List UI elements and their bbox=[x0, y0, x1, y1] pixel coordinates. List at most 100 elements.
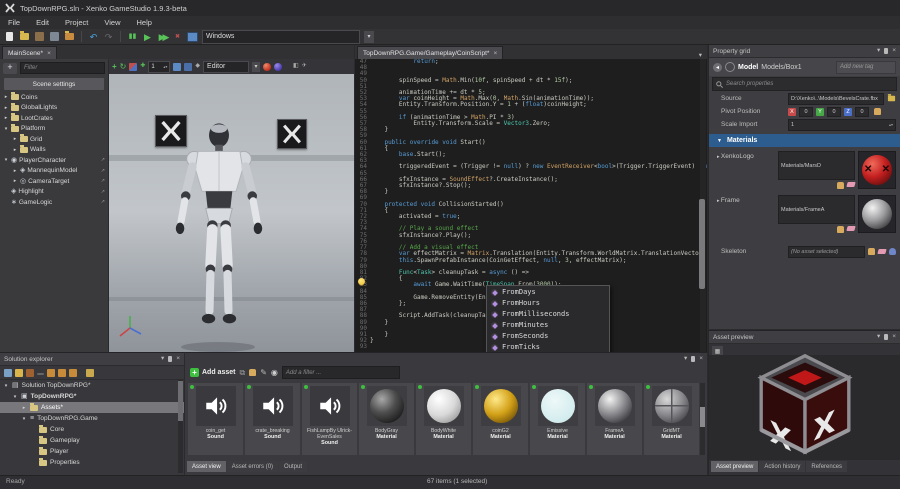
pin-icon[interactable] bbox=[884, 48, 888, 54]
platform-dropdown-arrow-icon[interactable]: ▾ bbox=[364, 31, 374, 43]
window-menu-icon[interactable]: ▾ bbox=[161, 356, 164, 362]
mannequin-character[interactable] bbox=[171, 121, 267, 349]
scene-tree-item[interactable]: ▾ Platform bbox=[0, 124, 108, 135]
save-all-icon[interactable] bbox=[49, 31, 60, 42]
expand-arrow-icon[interactable]: ▸ bbox=[12, 136, 18, 142]
eraser-icon[interactable] bbox=[877, 249, 886, 254]
asset-tile[interactable]: crate_breaking Sound bbox=[245, 383, 300, 455]
asset-tile[interactable]: FrameA Material bbox=[587, 383, 642, 455]
code-line-row[interactable]: 64 triggeredEvent = (Trigger != null) ? … bbox=[355, 164, 707, 170]
tab-coinscript[interactable]: TopDownRPG.Game/Gameplay/CoinScript* × bbox=[357, 46, 503, 59]
skeleton-input[interactable]: (No asset selected) bbox=[788, 246, 865, 258]
solution-tree-item[interactable]: Core bbox=[0, 424, 184, 435]
bottom-tab[interactable]: Asset preview bbox=[711, 461, 758, 472]
code-editor[interactable]: 47 return; 48 49 50 spinSpeed = Math.Min… bbox=[355, 59, 707, 352]
expand-arrow-icon[interactable]: ▾ bbox=[3, 383, 9, 389]
completion-item[interactable]: FromMinutes bbox=[487, 320, 609, 331]
material-thumbnail[interactable] bbox=[858, 195, 896, 233]
solution-tree-item[interactable]: ▾ ▣ TopDownRPG* bbox=[0, 391, 184, 402]
asset-tile[interactable]: BodyWhite Material bbox=[416, 383, 471, 455]
lightbulb-suggestion-icon[interactable] bbox=[358, 278, 365, 285]
add-entity-button[interactable]: + bbox=[3, 63, 17, 74]
add-tag-input[interactable]: Add new tag bbox=[836, 61, 896, 74]
solution-tree-item[interactable]: ▾ ≡ TopDownRPG.Game bbox=[0, 413, 184, 424]
asset-scrollbar[interactable] bbox=[700, 383, 705, 455]
close-panel-icon[interactable]: × bbox=[176, 356, 180, 362]
close-panel-icon[interactable]: × bbox=[892, 48, 896, 54]
solution-scrollbar[interactable] bbox=[178, 379, 183, 473]
materials-section-header[interactable]: ▼ Materials bbox=[709, 134, 900, 147]
picker-hand-icon[interactable] bbox=[868, 248, 875, 255]
expand-arrow-icon[interactable]: ▸ bbox=[12, 168, 18, 174]
new-folder-icon[interactable] bbox=[15, 369, 23, 377]
add-asset-button[interactable]: + Add asset bbox=[190, 368, 235, 377]
completion-item[interactable]: FromHours bbox=[487, 298, 609, 309]
camera-settings-icon[interactable]: ◧ bbox=[293, 62, 299, 71]
play-icon[interactable]: ▶ bbox=[142, 31, 153, 42]
scrollbar-thumb[interactable] bbox=[178, 381, 183, 421]
pin-icon[interactable] bbox=[691, 356, 695, 362]
expand-arrow-icon[interactable]: ▸ bbox=[3, 105, 9, 111]
expand-arrow-icon[interactable]: ▸ bbox=[21, 405, 27, 411]
collapse-all-button[interactable]: ◂ bbox=[713, 63, 722, 72]
snap-value-stepper[interactable]: 1▴▾ bbox=[148, 61, 170, 73]
window-menu-icon[interactable]: ▾ bbox=[684, 356, 687, 362]
view-mode-arrow-icon[interactable]: ▾ bbox=[252, 62, 260, 72]
expand-arrow-icon[interactable]: ▸ bbox=[12, 147, 18, 153]
eraser-icon[interactable] bbox=[846, 226, 855, 231]
bottom-tab[interactable]: Asset view bbox=[187, 461, 226, 472]
new-item-icon[interactable] bbox=[4, 369, 12, 377]
menu-item[interactable]: View bbox=[96, 18, 128, 27]
menu-item[interactable]: File bbox=[0, 18, 28, 27]
close-panel-icon[interactable]: × bbox=[699, 356, 703, 362]
scene-tree-item[interactable]: ▸ GlobalLights bbox=[0, 103, 108, 114]
tab-mainscene[interactable]: MainScene* × bbox=[2, 46, 57, 59]
expand-arrow-icon[interactable]: ▾ bbox=[3, 157, 9, 163]
new-file-icon[interactable] bbox=[4, 31, 15, 42]
menu-item[interactable]: Help bbox=[129, 18, 160, 27]
solution-tree-item[interactable]: ▸ Assets* bbox=[0, 402, 184, 413]
scene-tree-item[interactable]: ▸ LootCrates bbox=[0, 113, 108, 124]
scene-tree-item[interactable]: ▾ ◉ PlayerCharacter ↗ bbox=[0, 155, 108, 166]
copy-icon[interactable]: ⧉ bbox=[239, 370, 245, 376]
pivot-mode-icon[interactable] bbox=[184, 63, 192, 71]
group-icon[interactable] bbox=[58, 369, 66, 377]
asset-tile[interactable]: BodyGray Material bbox=[359, 383, 414, 455]
close-tab-icon[interactable]: × bbox=[47, 50, 51, 57]
expand-arrow-icon[interactable]: ▸ bbox=[12, 178, 18, 184]
bottom-tab[interactable]: Action history bbox=[759, 461, 805, 472]
stop-icon[interactable]: ✖ bbox=[172, 31, 183, 42]
asset-filter-input[interactable]: Add a filter ... bbox=[282, 366, 400, 379]
solution-tree-item[interactable]: Gameplay bbox=[0, 435, 184, 446]
rotate-tool-icon[interactable]: ↻ bbox=[120, 62, 127, 71]
open-folder-icon[interactable] bbox=[19, 31, 30, 42]
scrollbar-thumb[interactable] bbox=[699, 199, 705, 289]
view-options-eye-icon[interactable]: ◉ bbox=[271, 370, 278, 376]
picker-hand-icon[interactable] bbox=[837, 182, 844, 189]
asset-tile[interactable]: Emissive Material bbox=[530, 383, 585, 455]
section-collapse-icon[interactable]: ▼ bbox=[717, 138, 722, 144]
solution-tree-item[interactable]: Properties bbox=[0, 457, 184, 468]
close-panel-icon[interactable]: × bbox=[892, 334, 896, 340]
completion-item[interactable]: FromDays bbox=[487, 287, 609, 298]
pivot-tool-icon[interactable] bbox=[874, 108, 881, 115]
scrollbar-thumb[interactable] bbox=[700, 407, 705, 427]
skeleton-person-icon[interactable] bbox=[889, 248, 896, 255]
redo-icon[interactable]: ↷ bbox=[103, 31, 114, 42]
scene-tree-item[interactable]: ▸ Walls bbox=[0, 145, 108, 156]
window-menu-icon[interactable]: ▾ bbox=[877, 334, 880, 340]
snap-icon[interactable]: ✚ bbox=[140, 62, 145, 71]
stepper-arrows-icon[interactable]: ▴▾ bbox=[889, 122, 893, 127]
asset-tile[interactable]: FishLampBy Ulrick-EvenSales Sound bbox=[302, 383, 357, 455]
picker-hand-icon[interactable] bbox=[837, 226, 844, 233]
completion-item[interactable]: FromTicks bbox=[487, 342, 609, 352]
viewport-3d[interactable]: + ↻ ✚ 1▴▾ ◆ Editor ▾ ◧ ✈ bbox=[109, 59, 354, 352]
solution-tree-item[interactable]: Player bbox=[0, 446, 184, 457]
scale-tool-icon[interactable] bbox=[129, 63, 137, 71]
camera-speed-icon[interactable]: ✈ bbox=[302, 62, 307, 71]
asset-tile[interactable]: coin_get Sound bbox=[188, 383, 243, 455]
pivot-z-input[interactable]: 0 bbox=[855, 107, 869, 117]
loot-crate[interactable] bbox=[277, 119, 307, 149]
code-scrollbar[interactable] bbox=[700, 59, 706, 352]
expand-all-button[interactable] bbox=[725, 62, 735, 72]
